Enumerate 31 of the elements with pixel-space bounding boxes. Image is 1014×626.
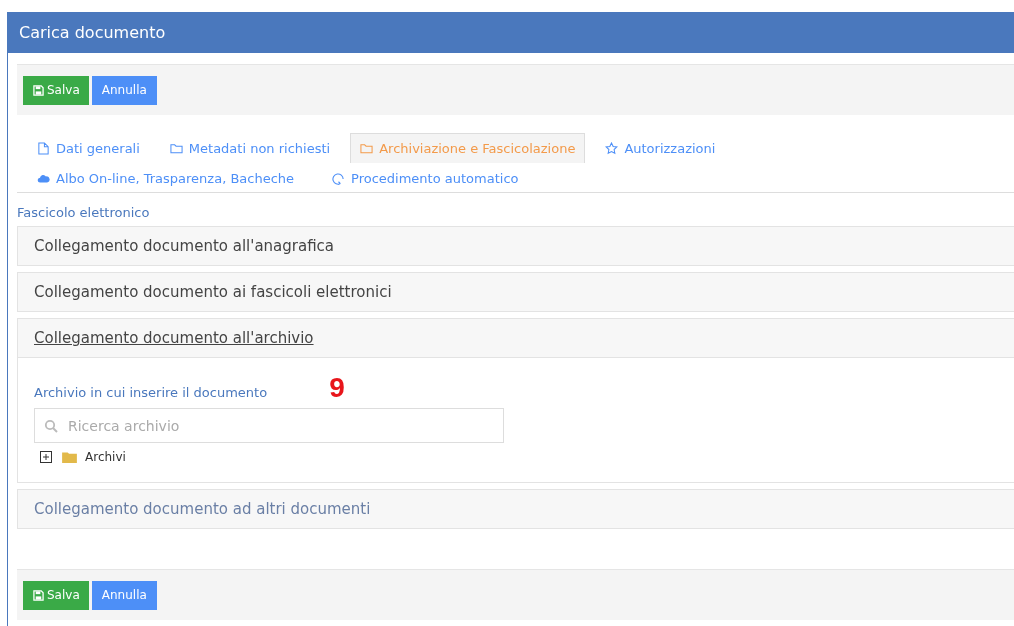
cancel-button[interactable]: Annulla (91, 75, 157, 105)
tree-item[interactable]: Archivi (85, 450, 126, 464)
tab[interactable]: Metadati non richiesti (159, 133, 341, 163)
field-label: Archivio in cui inserire il documento (34, 384, 268, 400)
save-icon (33, 84, 44, 96)
save-icon (33, 589, 44, 601)
save-button[interactable]: Salva (23, 75, 89, 105)
panel-header[interactable]: Collegamento documento all'anagrafica (18, 227, 1014, 265)
refresh-icon (332, 172, 346, 185)
window-title: Carica documento (19, 23, 166, 42)
expand-icon[interactable] (40, 451, 52, 463)
cancel-button[interactable]: Annulla (91, 580, 157, 610)
tab[interactable]: Archiviazione e Fascicolazione (350, 133, 586, 163)
file-icon (37, 142, 50, 155)
tab[interactable]: Procedimento automatico (322, 167, 529, 189)
folder-icon (360, 142, 374, 155)
tab[interactable]: Dati generali (27, 133, 150, 163)
panel-header[interactable]: Collegamento documento ad altri documenti (18, 490, 1014, 528)
folder-icon (169, 142, 183, 155)
panel-header[interactable]: Collegamento documento all'archivio (18, 319, 1014, 358)
tab[interactable]: Autorizzazioni (595, 133, 726, 163)
panel-header[interactable]: Collegamento documento ai fascicoli elettronici (18, 273, 1014, 311)
search-field[interactable]: Ricerca archivio (34, 408, 504, 443)
section-label: Fascicolo elettronico (17, 205, 151, 220)
search-icon (44, 419, 58, 433)
annotation-number: 9 (329, 372, 345, 404)
cloud-icon (37, 172, 50, 185)
tab[interactable]: Albo On-line, Trasparenza, Bacheche (27, 167, 305, 189)
save-button[interactable]: Salva (23, 580, 89, 610)
star-icon (605, 142, 619, 155)
folder-icon (62, 451, 77, 463)
